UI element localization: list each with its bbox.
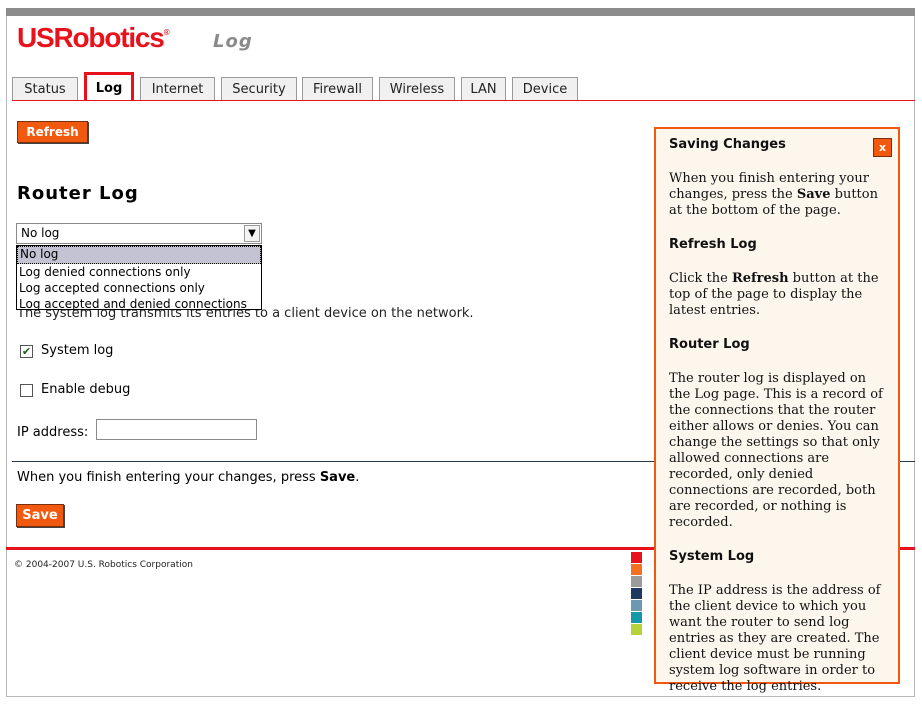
swatch: [631, 576, 642, 587]
help-heading-router-log: Router Log: [669, 337, 750, 352]
system-log-checkbox[interactable]: ✔: [20, 345, 33, 358]
tab-device[interactable]: Device: [512, 77, 578, 100]
router-log-title: Router Log: [17, 183, 139, 204]
option-log-denied[interactable]: Log denied connections only: [17, 264, 261, 280]
save-button[interactable]: Save: [16, 504, 64, 527]
refresh-button[interactable]: Refresh: [17, 121, 88, 143]
swatch: [631, 564, 642, 575]
tab-log[interactable]: Log: [84, 72, 134, 101]
swatch: [631, 624, 642, 635]
page-heading: Log: [213, 31, 253, 52]
swatch: [631, 600, 642, 611]
help-text-saving-changes: When you finish entering your changes, p…: [669, 171, 878, 218]
tab-wireless[interactable]: Wireless: [379, 77, 455, 100]
tab-internet[interactable]: Internet: [140, 77, 215, 100]
help-panel: x Saving Changes When you finish enterin…: [654, 127, 900, 694]
log-mode-selected-value: No log: [21, 226, 60, 240]
ip-address-label: IP address:: [17, 425, 89, 440]
help-heading-refresh-log: Refresh Log: [669, 237, 757, 252]
tab-firewall[interactable]: Firewall: [302, 77, 373, 100]
usrobotics-logo: USRobotics®: [17, 22, 170, 53]
color-swatches: [631, 552, 642, 636]
help-heading-saving-changes: Saving Changes: [669, 137, 786, 152]
close-help-button[interactable]: x: [873, 138, 892, 157]
tab-security[interactable]: Security: [221, 77, 297, 100]
top-bar: [6, 8, 915, 16]
system-log-label: System log: [41, 343, 114, 358]
enable-debug-label: Enable debug: [41, 382, 131, 397]
swatch: [631, 612, 642, 623]
option-log-accepted-and-denied[interactable]: Log accepted and denied connections: [17, 296, 261, 312]
log-mode-dropdown: No log Log denied connections only Log a…: [16, 245, 262, 312]
copyright-text: © 2004-2007 U.S. Robotics Corporation: [14, 560, 193, 570]
tab-lan[interactable]: LAN: [461, 77, 506, 100]
log-mode-select[interactable]: No log ▼: [16, 223, 262, 244]
swatch: [631, 588, 642, 599]
tab-status[interactable]: Status: [12, 77, 78, 100]
option-log-accepted[interactable]: Log accepted connections only: [17, 280, 261, 296]
help-text-system-log: The IP address is the address of the cli…: [669, 583, 881, 694]
tab-underline: [12, 100, 915, 101]
option-no-log[interactable]: No log: [17, 246, 261, 264]
finish-instructions: When you finish entering your changes, p…: [17, 470, 360, 485]
help-heading-system-log: System Log: [669, 549, 755, 564]
swatch: [631, 552, 642, 563]
help-text-router-log: The router log is displayed on the Log p…: [669, 371, 883, 530]
ip-address-input[interactable]: [96, 419, 257, 440]
enable-debug-checkbox[interactable]: [20, 384, 33, 397]
help-text-refresh-log: Click the Refresh button at the top of t…: [669, 271, 879, 318]
chevron-down-icon[interactable]: ▼: [244, 225, 260, 242]
